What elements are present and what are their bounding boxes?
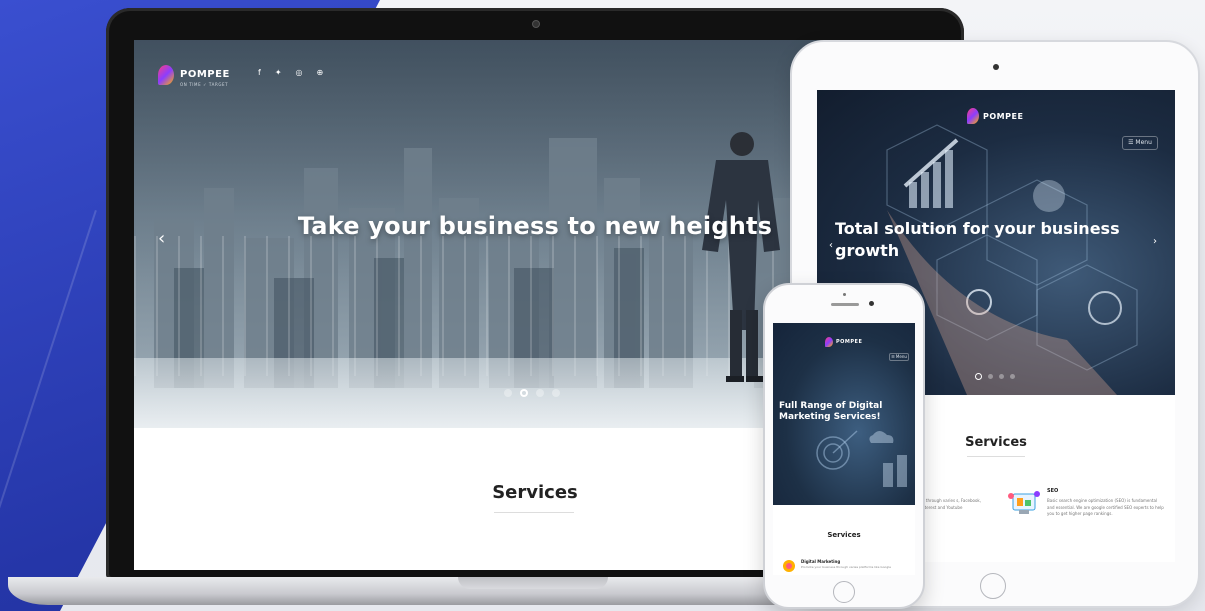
laptop-brand-logo[interactable]: POMPEE ON TIME ✓ TARGET	[158, 62, 230, 87]
twitter-icon[interactable]: ✦	[275, 68, 282, 77]
logo-text: POMPEE	[836, 339, 863, 345]
seo-description: Basic search engine optimization (SEO) i…	[1047, 498, 1164, 516]
pompee-logo-icon	[825, 337, 833, 347]
laptop-notch	[458, 577, 608, 589]
services-divider	[494, 512, 574, 513]
slider-dot[interactable]	[988, 374, 993, 379]
digital-marketing-icon	[783, 560, 795, 572]
seo-icon	[1008, 491, 1040, 514]
pinterest-icon[interactable]: ⊕	[317, 68, 324, 77]
slider-dot[interactable]	[536, 389, 544, 397]
hero-headline: Full Range of Digital Marketing Services…	[779, 401, 883, 422]
slider-dots	[504, 389, 560, 397]
services-heading: Services	[827, 531, 861, 539]
phone-home-button	[833, 581, 855, 603]
logo-text: POMPEE	[180, 69, 230, 80]
tablet-brand-logo[interactable]: POMPEE	[967, 108, 1023, 124]
phone-brand-logo[interactable]: POMPEE	[825, 337, 862, 347]
logo-tagline: ON TIME ✓ TARGET	[180, 82, 229, 87]
phone-sensor	[843, 293, 846, 296]
slider-dot[interactable]	[1010, 374, 1015, 379]
slider-dot[interactable]	[504, 389, 512, 397]
slider-dot[interactable]	[999, 374, 1004, 379]
phone-hero-banner: POMPEE ☰ Menu Full Range of Digital Mark…	[773, 323, 915, 505]
pompee-logo-icon	[158, 64, 174, 85]
instagram-icon[interactable]: ◎	[296, 68, 303, 77]
seo-title: SEO	[1047, 488, 1059, 494]
laptop-camera	[532, 20, 540, 28]
slider-dot[interactable]	[552, 389, 560, 397]
facebook-icon[interactable]: f	[258, 68, 261, 77]
hero-headline: Total solution for your business growth	[835, 219, 1120, 260]
slider-dot-active[interactable]	[975, 373, 982, 380]
service-item-description: Promote your business through varies pla…	[801, 565, 891, 569]
tablet-home-button	[980, 573, 1006, 599]
menu-button[interactable]: ☰ Menu	[1122, 136, 1158, 150]
services-divider	[967, 456, 1025, 457]
slider-dot-active[interactable]	[520, 389, 528, 397]
social-links: f ✦ ◎ ⊕	[258, 68, 323, 77]
slider-prev-arrow-icon[interactable]: ‹	[829, 240, 833, 251]
slider-dots	[975, 373, 1015, 380]
logo-text: POMPEE	[983, 111, 1024, 121]
phone-camera	[869, 301, 874, 306]
service-item-title: Digital Marketing	[801, 559, 841, 564]
phone-device: POMPEE ☰ Menu Full Range of Digital Mark…	[763, 283, 925, 609]
laptop-base	[8, 577, 858, 605]
tablet-camera	[993, 64, 999, 70]
menu-button[interactable]: ☰ Menu	[889, 353, 909, 361]
phone-speaker	[831, 303, 859, 306]
phone-screen: POMPEE ☰ Menu Full Range of Digital Mark…	[773, 323, 915, 575]
service-description: ts through varies s, Facebook, interest …	[921, 498, 981, 510]
pompee-logo-icon	[967, 108, 979, 124]
